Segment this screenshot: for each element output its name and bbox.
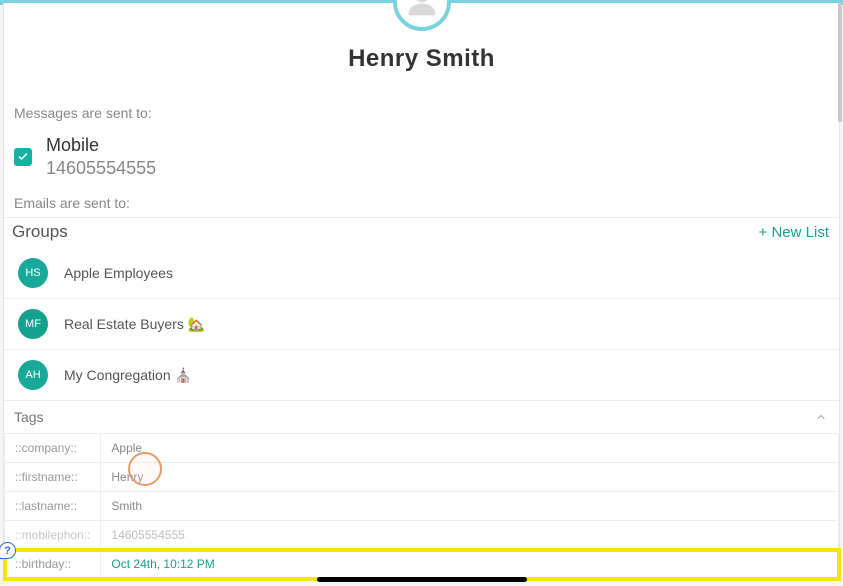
messages-section-label: Messages are sent to: [4,99,839,127]
group-row[interactable]: HS Apple Employees [4,248,839,299]
mobile-checkbox[interactable] [14,148,32,166]
tag-key: ::firstname:: [5,463,101,492]
mobile-row[interactable]: Mobile 14605554555 [4,127,839,189]
group-badge: MF [18,309,48,339]
tag-key: ::birthday:: [5,550,101,579]
tag-value-link[interactable]: Oct 24th, 10:12 PM [111,557,214,571]
tag-key: ::mobilephon:: [5,521,101,550]
groups-header: Groups + New List [4,217,839,248]
contact-name: Henry Smith [4,45,839,73]
tags-header[interactable]: Tags [4,400,839,433]
avatar[interactable] [393,0,451,31]
mobile-label: Mobile [46,135,156,156]
mobile-info: Mobile 14605554555 [46,135,156,179]
tag-key: ::lastname:: [5,492,101,521]
scrollbar-thumb[interactable] [838,2,842,122]
table-row[interactable]: ::lastname:: Smith [5,492,839,521]
new-list-button[interactable]: + New List [759,224,829,241]
tag-key: ::company:: [5,434,101,463]
table-row[interactable]: ::firstname:: Henry [5,463,839,492]
tags-table: ::company:: Apple ::firstname:: Henry ::… [4,433,839,579]
table-row-highlighted[interactable]: ::birthday:: Oct 24th, 10:12 PM [5,550,839,579]
home-indicator[interactable] [317,577,527,582]
tag-value[interactable]: Smith [101,492,839,521]
group-name: Apple Employees [64,265,173,281]
tag-value[interactable]: Apple [101,434,839,463]
check-icon [17,151,29,163]
groups-list: HS Apple Employees MF Real Estate Buyers… [4,248,839,400]
emails-section-label: Emails are sent to: [4,189,839,217]
chevron-up-icon [815,411,827,423]
mobile-number: 14605554555 [46,158,156,179]
table-row[interactable]: ::company:: Apple [5,434,839,463]
group-name: My Congregation ⛪ [64,367,192,384]
person-icon [402,0,442,22]
vertical-scrollbar[interactable] [838,0,842,586]
group-row[interactable]: MF Real Estate Buyers 🏡 [4,299,839,350]
group-name: Real Estate Buyers 🏡 [64,316,205,333]
tag-value[interactable]: Henry [101,463,839,492]
table-row[interactable]: ::mobilephon:: 14605554555 [5,521,839,550]
group-row[interactable]: AH My Congregation ⛪ [4,350,839,400]
groups-title: Groups [12,222,68,242]
group-badge: AH [18,360,48,390]
tag-value[interactable]: 14605554555 [101,521,839,550]
group-badge: HS [18,258,48,288]
contact-card: Henry Smith Messages are sent to: Mobile… [3,3,840,580]
tags-title: Tags [14,409,44,425]
tag-value[interactable]: Oct 24th, 10:12 PM [101,550,839,579]
